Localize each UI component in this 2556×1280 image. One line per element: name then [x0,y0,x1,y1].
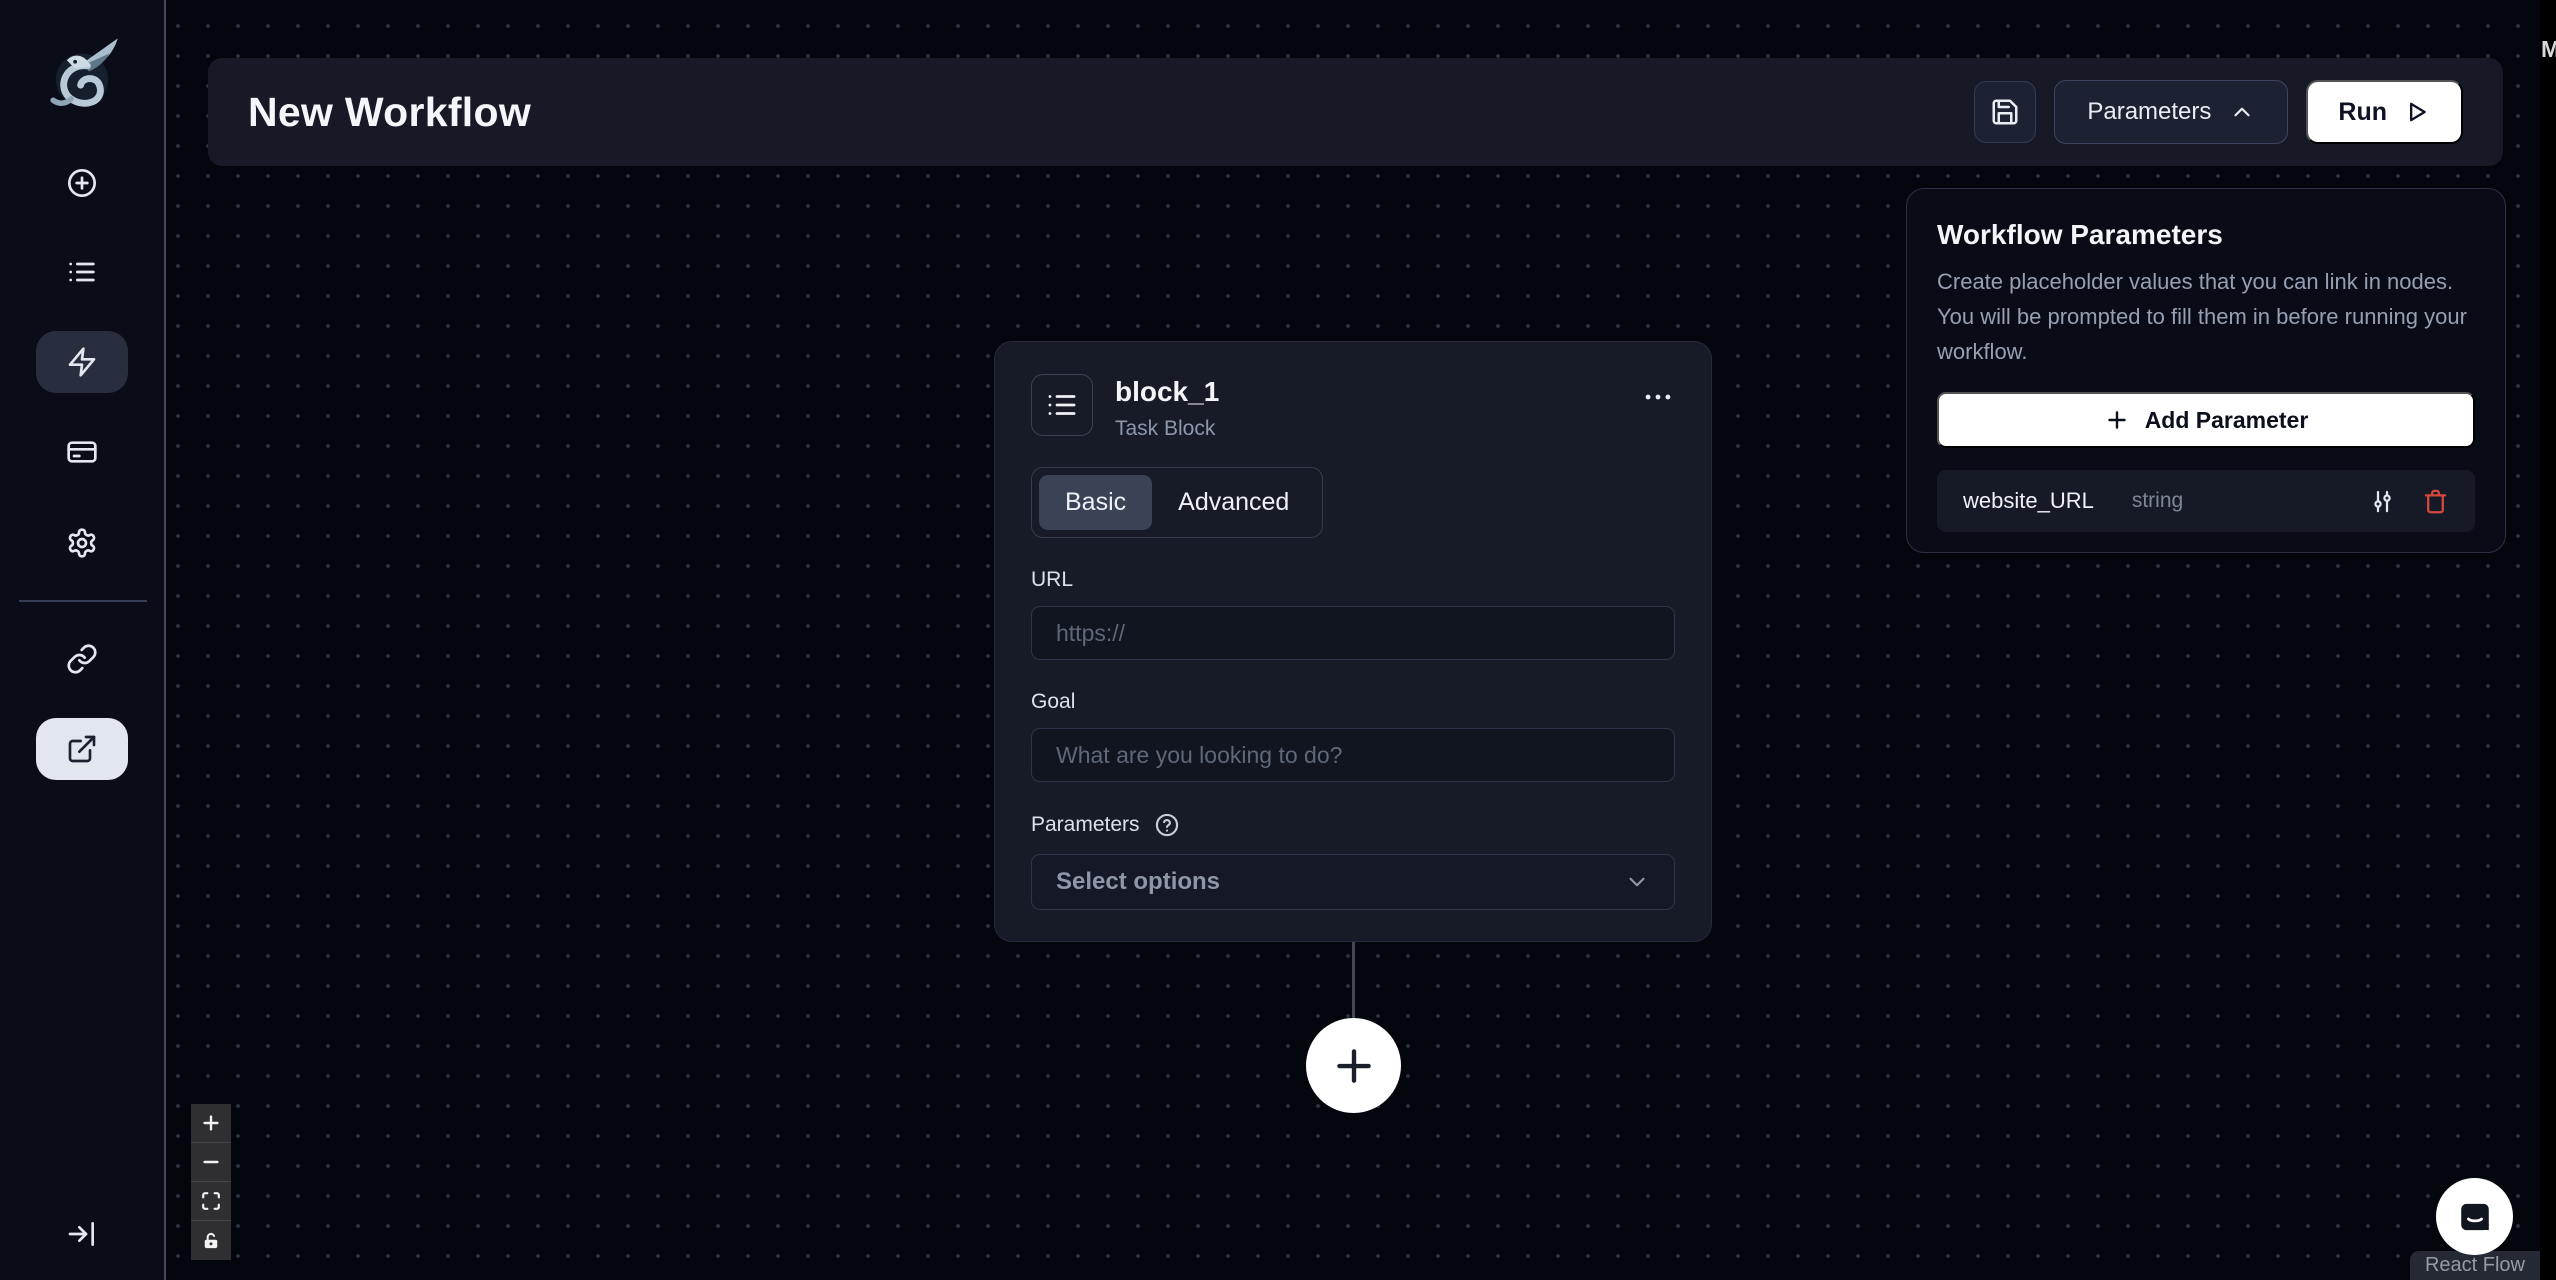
run-button[interactable]: Run [2306,80,2463,144]
sidebar-item-integrations[interactable] [36,628,128,690]
run-label: Run [2338,97,2387,126]
add-block-button[interactable] [1306,1018,1401,1113]
chevron-down-icon [1624,869,1650,895]
play-icon [2403,98,2431,126]
parameters-toggle-button[interactable]: Parameters [2054,80,2289,144]
sidebar-divider [19,600,147,602]
zoom-in-button[interactable] [191,1104,231,1143]
chat-widget-button[interactable] [2436,1178,2513,1255]
task-block-titles: block_1 Task Block [1115,374,1219,441]
gear-icon [66,527,98,559]
list-icon [66,256,98,288]
tab-basic[interactable]: Basic [1039,475,1153,530]
sidebar-item-billing[interactable] [36,421,128,483]
clipped-edge-text: M [2541,36,2556,62]
add-parameter-button[interactable]: Add Parameter [1937,392,2475,448]
save-icon [1990,97,2020,127]
trash-icon[interactable] [2422,488,2449,515]
parameters-toggle-label: Parameters [2087,98,2212,125]
header-actions: Parameters Run [1974,80,2463,144]
sidebar [0,0,166,1280]
plus-circle-icon [66,167,98,199]
fit-view-icon [200,1190,222,1212]
block-type-label: Task Block [1115,417,1216,440]
sidebar-item-share[interactable] [36,718,128,780]
help-circle-icon[interactable] [1154,812,1180,838]
plus-icon [1329,1041,1379,1091]
screen-edge-strip: M [2540,0,2556,1280]
add-parameter-label: Add Parameter [2144,406,2309,433]
task-block-node[interactable]: block_1 Task Block Basic Advanced URL Go… [994,341,1712,942]
skyvern-dragon-logo[interactable] [38,26,126,114]
parameter-actions [2369,488,2449,515]
parameter-type: string [2131,489,2184,512]
attribution-label: React Flow [2424,1254,2525,1276]
zoom-out-icon [200,1151,222,1173]
flow-edge [1352,942,1355,1022]
plus-icon [2104,407,2130,433]
tab-advanced[interactable]: Advanced [1152,475,1315,530]
url-label: URL [1031,568,1074,591]
save-button[interactable] [1974,81,2037,143]
sliders-icon[interactable] [2369,488,2396,515]
fit-view-button[interactable] [191,1182,231,1221]
parameter-row: website_URL string [1937,470,2475,532]
zoom-in-icon [200,1112,222,1134]
parameters-select[interactable]: Select options [1031,854,1675,910]
workflow-title[interactable]: New Workflow [248,89,531,136]
block-menu-button[interactable] [1641,374,1675,414]
parameters-label: Parameters [1031,813,1140,836]
url-input[interactable] [1031,606,1675,660]
list-icon [1045,388,1079,422]
chat-bubble-icon [2454,1196,2496,1238]
goal-input[interactable] [1031,728,1675,782]
block-mode-tabs: Basic Advanced [1031,467,1324,538]
block-name[interactable]: block_1 [1115,376,1219,408]
unlock-icon [201,1231,221,1251]
ellipsis-icon [1641,380,1675,414]
chevron-up-icon [2229,99,2255,125]
goal-label: Goal [1031,690,1076,713]
sidebar-item-create[interactable] [36,152,128,214]
lock-toggle-button[interactable] [191,1221,231,1260]
link-icon [66,643,98,675]
workflow-header: New Workflow Parameters Run [208,58,2503,166]
sidebar-item-runs[interactable] [36,241,128,303]
parameters-select-value: Select options [1056,868,1221,895]
parameter-name: website_URL [1963,488,2094,513]
workflow-parameters-panel: Workflow Parameters Create placeholder v… [1906,188,2506,553]
task-block-header: block_1 Task Block [1031,374,1675,441]
parameters-label-row: Parameters [1031,812,1675,838]
panel-description: Create placeholder values that you can l… [1937,269,2467,364]
sidebar-collapse-toggle[interactable] [36,1203,128,1265]
react-flow-attribution[interactable]: React Flow [2409,1251,2540,1280]
flow-controls [191,1104,231,1260]
sidebar-item-workflows[interactable] [36,331,128,393]
sidebar-item-settings[interactable] [36,512,128,574]
workflow-editor-screen: New Workflow Parameters Run block_1 Task… [0,0,2556,1280]
panel-title: Workflow Parameters [1937,219,2223,250]
zoom-out-button[interactable] [191,1143,231,1182]
zap-icon [66,346,98,378]
external-link-icon [66,733,98,765]
arrow-right-to-line-icon [66,1218,98,1250]
task-block-type-icon-box [1031,374,1093,436]
credit-card-icon [66,436,98,468]
